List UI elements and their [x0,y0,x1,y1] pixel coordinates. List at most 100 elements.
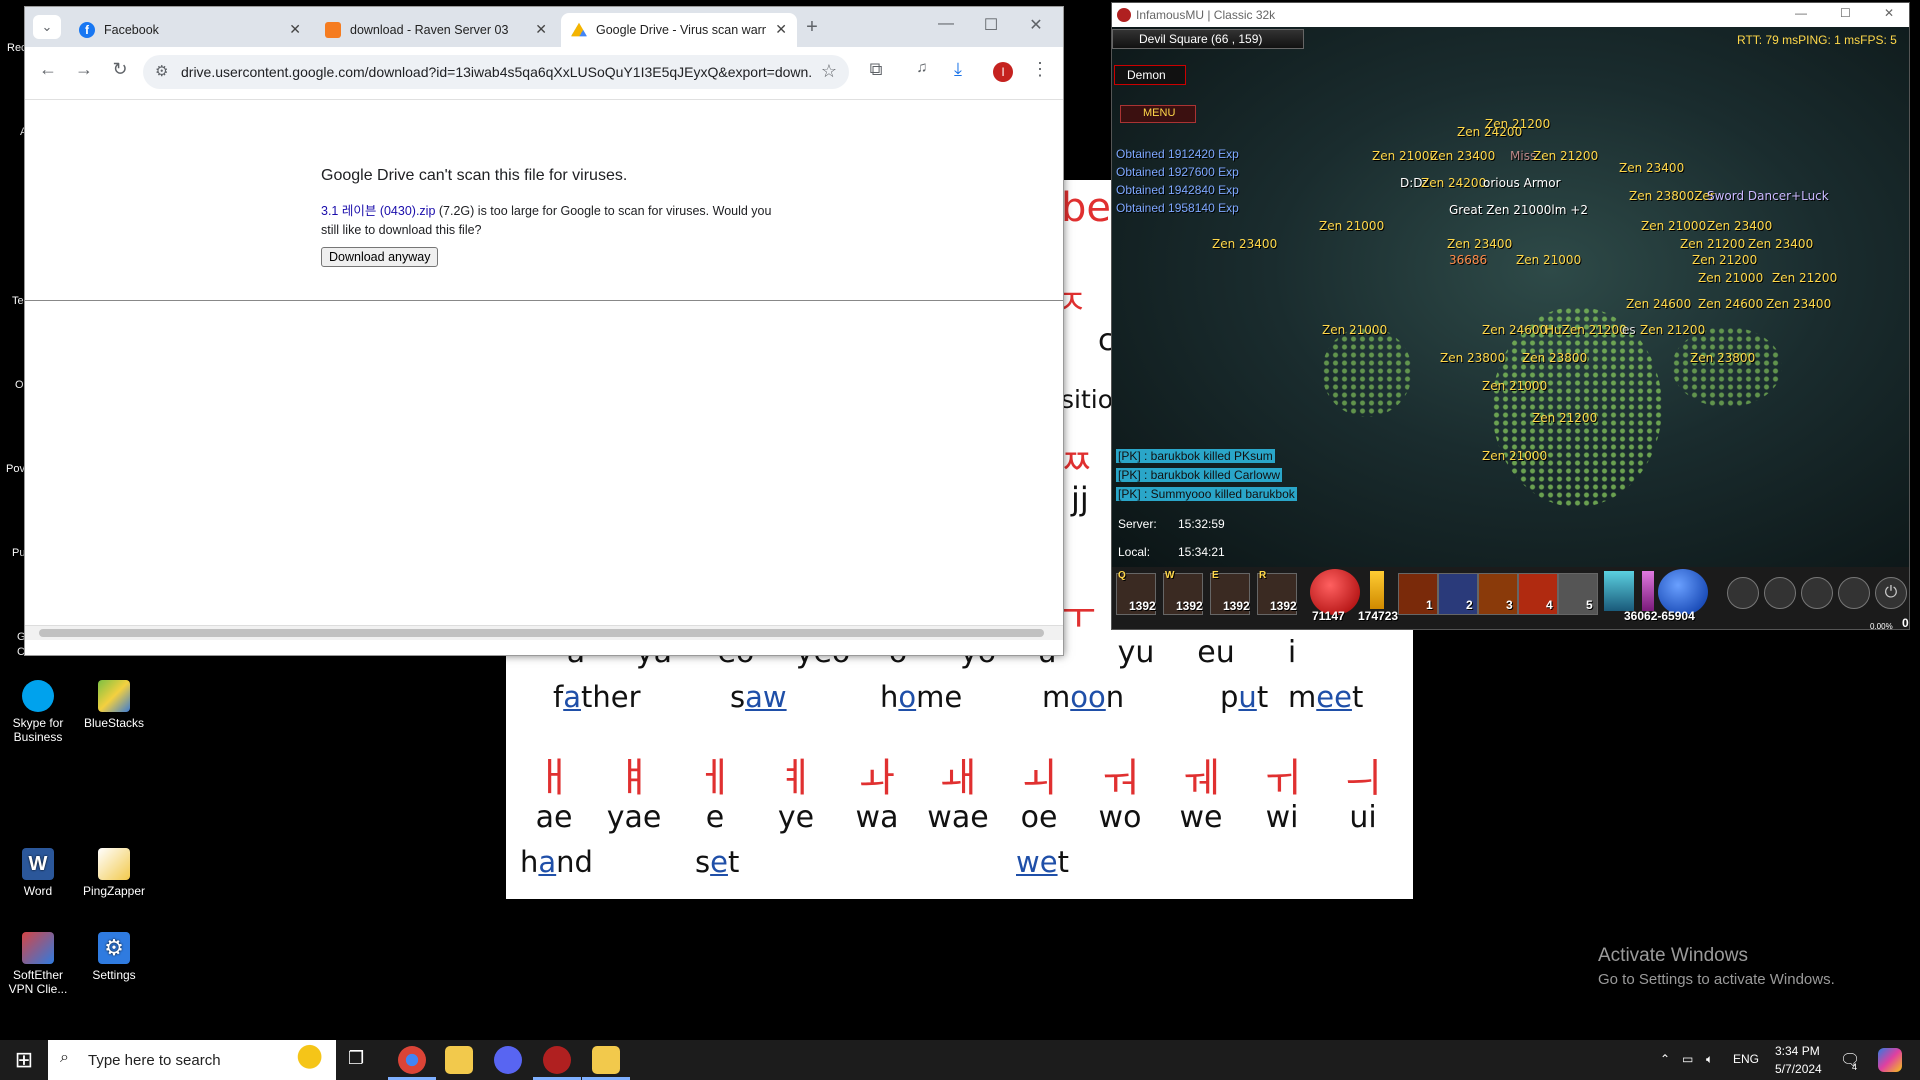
menu-icon-guild[interactable] [1838,577,1870,609]
desktop-icon-label: BlueStacks [83,716,145,730]
vowel-roman: oe [1020,800,1058,835]
menu-button[interactable]: MENU [1120,105,1196,123]
floating-text: Sword Dancer+Luck [1707,189,1829,203]
google-drive-icon [571,22,587,37]
mu-game-icon[interactable] [543,1046,571,1074]
scrollbar-thumb[interactable] [39,629,1044,637]
vowel-hangul: ㅔ [696,755,734,801]
new-tab-button[interactable]: + [799,16,825,39]
maximize-icon[interactable]: ☐ [1840,6,1851,20]
vowel-hangul: ㅟ [1263,755,1301,801]
skill-slot[interactable]: 1 [1398,573,1438,615]
desktop-icon-pingzapper[interactable]: PingZapper [76,848,152,898]
desktop-icon-softether[interactable]: SoftEther VPN Clie... [0,932,76,996]
menu-icon-party[interactable] [1801,577,1833,609]
skill-num: 1 [1426,598,1433,612]
chart-partial-text: jj [1071,480,1089,518]
taskbar-search[interactable]: ⌕ Type here to search [48,1040,336,1080]
desktop-icon-label: Skype for Business [12,716,64,744]
vowel-roman: yu [1117,635,1155,670]
vowel-hangul: ㅖ [777,755,815,801]
task-view-icon[interactable]: ❐ [348,1048,364,1069]
game-window: InfamousMU | Classic 32k — ☐ ✕ Devil Squ… [1111,2,1910,631]
hotkey-slot-q[interactable]: Q 1392 [1116,570,1156,615]
notifications-icon[interactable]: 🗨︎ [1840,1050,1860,1070]
download-anyway-button[interactable]: Download anyway [321,247,439,267]
skill-slot[interactable]: 4 [1518,573,1558,615]
word-icon: W [22,848,54,880]
tab-search-button[interactable]: ⌄ [33,15,61,39]
notification-badge: 4 [1852,1062,1858,1072]
close-icon[interactable]: ✕ [535,21,547,38]
floating-text: Zen 21200 [1680,237,1746,251]
hotkey-slot-w[interactable]: W 1392 [1163,570,1203,615]
media-control-icon[interactable]: ♫ [909,59,935,76]
download-icon[interactable]: ⤓ [945,59,971,80]
site-info-icon[interactable]: ⚙ [155,62,168,80]
bookmark-star-icon[interactable]: ☆ [821,61,837,82]
skill-slot[interactable]: 3 [1478,573,1518,615]
close-icon[interactable]: ✕ [775,21,787,38]
desktop-icon-skype[interactable]: Skype for Business [0,680,76,744]
menu-icon-inventory[interactable] [1764,577,1796,609]
floating-text: Zen 23400 [1707,219,1773,233]
floating-text: Zen 24600 [1698,297,1764,311]
clock-date[interactable]: 5/7/2024 [1775,1062,1822,1076]
floating-text: Zen 23400 [1766,297,1832,311]
close-window-icon[interactable]: ✕ [1023,15,1049,35]
desktop-icon-word[interactable]: W Word [0,848,76,898]
power-icon[interactable]: ⏻ [1875,577,1907,609]
local-time: 15:34:21 [1178,545,1225,559]
skill-slot[interactable]: 2 [1438,573,1478,615]
menu-icon-char[interactable] [1727,577,1759,609]
address-bar[interactable]: ⚙ drive.usercontent.google.com/download?… [143,55,849,89]
floating-text: Zen 24600 [1626,297,1692,311]
hotkey-count: 1392 [1223,599,1250,613]
language-indicator[interactable]: ENG [1733,1052,1759,1066]
menu-dots-icon[interactable]: ⋮ [1027,59,1053,80]
hotkey-slot-e[interactable]: E 1392 [1210,570,1250,615]
copilot-icon[interactable] [1878,1048,1902,1072]
network-icon[interactable]: ▭ [1682,1052,1693,1066]
game-viewport[interactable]: Devil Square (66 , 159) Demon MENU RTT: … [1112,27,1909,567]
profile-avatar[interactable]: I [993,62,1013,82]
bluestacks-icon [98,680,130,712]
back-icon[interactable]: ← [35,59,61,80]
desktop-icon-bluestacks[interactable]: BlueStacks [76,680,152,730]
volume-icon[interactable]: 🔈︎ [1706,1052,1713,1067]
discord-icon[interactable] [494,1046,522,1074]
horizontal-scrollbar[interactable] [25,625,1063,640]
skill-slot[interactable]: 5 [1558,573,1598,615]
floating-text: Zen 21200 [1772,271,1838,285]
page-heading: Google Drive can't scan this file for vi… [321,167,628,184]
reload-icon[interactable]: ↻ [107,59,133,80]
close-icon[interactable]: ✕ [289,21,301,38]
chrome-taskbar-icon[interactable] [398,1046,426,1074]
tray-chevron-icon[interactable]: ⌃ [1660,1052,1670,1066]
minimize-icon[interactable]: — [933,15,959,33]
extensions-icon[interactable]: ⧉ [863,59,889,80]
chart-partial-text: ㅉ [1061,443,1093,483]
floating-text: Zen 21200 [1640,323,1706,337]
forward-icon[interactable]: → [71,59,97,80]
minimize-icon[interactable]: — [1795,6,1807,20]
file-link[interactable]: 3.1 레이븐 (0430).zip [321,204,435,218]
vowel-hangul: ㅐ [535,755,573,801]
tab-facebook[interactable]: f Facebook ✕ [69,13,311,47]
pingzapper-icon [98,848,130,880]
example-word: home [880,680,963,714]
clock-time[interactable]: 3:34 PM [1775,1044,1820,1058]
start-button[interactable]: ⊞ [0,1040,48,1080]
hotkey-slot-r[interactable]: R 1392 [1257,570,1297,615]
file-explorer-icon[interactable] [445,1046,473,1074]
maximize-icon[interactable]: ☐ [978,15,1004,35]
desktop-icon-settings[interactable]: ⚙ Settings [76,932,152,982]
tab-google-drive[interactable]: Google Drive - Virus scan warn ✕ [561,13,797,47]
close-window-icon[interactable]: ✕ [1884,6,1894,20]
server-time: 15:32:59 [1178,517,1225,531]
pingzapper-taskbar-icon[interactable] [592,1046,620,1074]
tab-raven-server[interactable]: download - Raven Server 03 ✕ [315,13,557,47]
facebook-icon: f [79,22,95,38]
example-word: wet [1016,845,1069,879]
local-time-label: Local: [1118,545,1151,559]
